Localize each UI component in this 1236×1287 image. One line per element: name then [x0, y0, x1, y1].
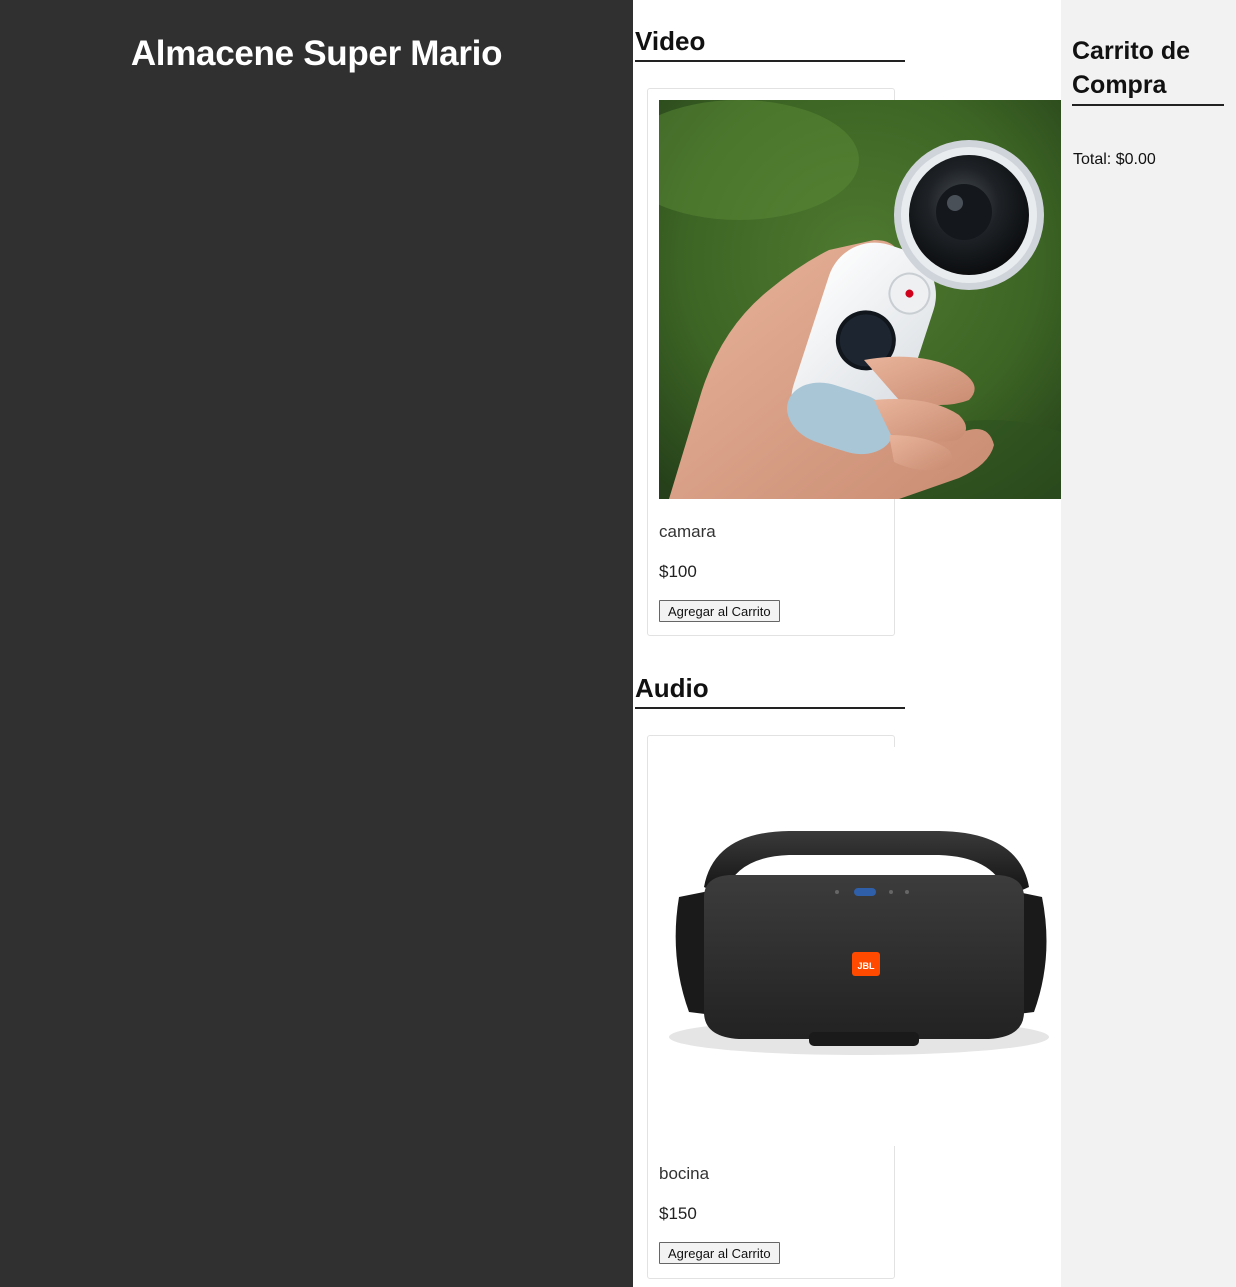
jbl-logo: JBL [857, 961, 875, 971]
product-price: $100 [659, 562, 697, 581]
add-to-cart-button[interactable]: Agregar al Carrito [659, 600, 780, 622]
cart-total-value: $0.00 [1115, 151, 1156, 168]
product-card-camara: camara $100 Agregar al Carrito [647, 88, 1062, 636]
cart-title: Carrito de Compra [1072, 34, 1224, 106]
cart-panel: Carrito de Compra Total: $0.00 [1061, 0, 1236, 1287]
cart-total-label: Total: [1073, 151, 1112, 168]
add-to-cart-button[interactable]: Agregar al Carrito [659, 1242, 780, 1264]
section-title-audio: Audio [635, 673, 905, 709]
product-price: $150 [659, 1204, 697, 1223]
product-name: bocina [659, 1164, 710, 1183]
sidebar: Almacene Super Mario [0, 0, 633, 1287]
section-title-video: Video [635, 26, 905, 62]
product-list: Video camara $100 Agregar al Carrito Aud… [633, 0, 1062, 1287]
product-card-bocina: JBL bocina $150 Agregar al Carrito [647, 735, 1062, 1279]
product-image-bocina: JBL [659, 747, 1062, 1146]
cart-total: Total: $0.00 [1073, 151, 1156, 169]
product-name: camara [659, 522, 716, 541]
product-image-camara [659, 100, 1062, 499]
store-title: Almacene Super Mario [130, 34, 503, 73]
